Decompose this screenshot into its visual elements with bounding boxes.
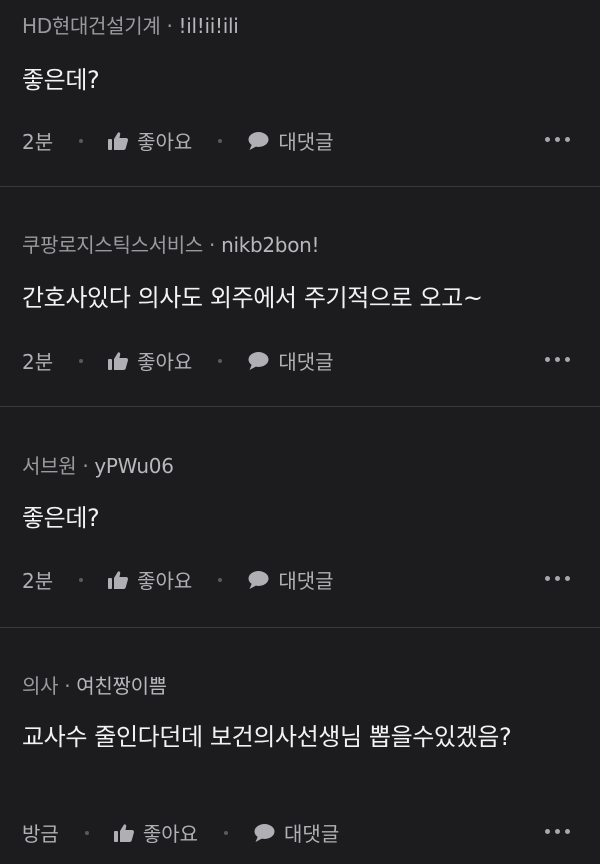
like-label: 좋아요 [142, 822, 199, 846]
reply-label: 대댓글 [278, 130, 334, 154]
author-company[interactable]: 서브원 [22, 454, 77, 478]
separator-dot [218, 577, 223, 582]
speech-bubble-icon [254, 823, 275, 842]
author-nickname[interactable]: yPWu06 [94, 454, 174, 478]
reply-label: 대댓글 [284, 822, 340, 846]
comment-meta: 서브원 · yPWu06 [22, 450, 174, 479]
comment-item: 의사 · 여친짱이쁨 교사수 줄인다던데 보건의사선생님 뽑을수있겠음? 방금 좋아… [0, 628, 600, 864]
reply-button[interactable]: 대댓글 [246, 346, 334, 375]
comment-time: 2분 [22, 350, 54, 374]
comment-text: 좋은데? [22, 504, 100, 532]
comment-item: 쿠팡로지스틱스서비스 · nikb2bon! 간호사있다 의사도 외주에서 주기적으… [0, 187, 600, 407]
separator-dot [79, 358, 84, 363]
author-nickname[interactable]: !il!ii!ili [179, 14, 239, 38]
meta-separator: · [64, 674, 71, 698]
more-options-icon[interactable] [545, 829, 570, 834]
comment-actions: 2분 좋아요 대댓글 [22, 346, 334, 375]
like-label: 좋아요 [137, 569, 193, 593]
reply-button[interactable]: 대댓글 [246, 126, 334, 155]
separator-dot [224, 830, 229, 835]
reply-label: 대댓글 [278, 350, 334, 374]
comment-actions: 방금 좋아요 대댓글 [22, 818, 339, 847]
speech-bubble-icon [248, 570, 269, 589]
thumbs-up-icon [113, 823, 134, 842]
speech-bubble-icon [248, 131, 269, 150]
speech-bubble-icon [248, 351, 269, 370]
meta-separator: · [166, 14, 173, 38]
author-company[interactable]: 의사 [22, 674, 59, 698]
comment-meta: 의사 · 여친짱이쁨 [22, 670, 167, 699]
separator-dot [84, 830, 89, 835]
reply-button[interactable]: 대댓글 [252, 818, 339, 847]
more-options-icon[interactable] [545, 137, 570, 142]
like-button[interactable]: 좋아요 [107, 126, 192, 155]
like-button[interactable]: 좋아요 [107, 346, 192, 375]
comment-text: 좋은데? [22, 66, 100, 94]
like-label: 좋아요 [137, 130, 193, 154]
comment-meta: HD현대건설기계 · !il!ii!ili [22, 10, 239, 39]
more-options-icon[interactable] [545, 357, 570, 362]
like-label: 좋아요 [137, 350, 193, 374]
more-options-icon[interactable] [545, 576, 570, 581]
separator-dot [218, 358, 223, 363]
comment-item: HD현대건설기계 · !il!ii!ili 좋은데? 2분 좋아요 대댓글 [0, 0, 600, 187]
author-nickname[interactable]: nikb2bon! [221, 233, 319, 257]
meta-separator: · [209, 233, 216, 257]
comment-time: 방금 [22, 822, 59, 846]
separator-dot [79, 577, 84, 582]
author-company[interactable]: HD현대건설기계 [22, 14, 161, 38]
comment-time: 2분 [22, 130, 54, 154]
author-nickname[interactable]: 여친짱이쁨 [76, 674, 167, 698]
meta-separator: · [82, 454, 89, 478]
thumbs-up-icon [108, 351, 129, 370]
separator-dot [79, 138, 84, 143]
separator-dot [218, 138, 223, 143]
comment-actions: 2분 좋아요 대댓글 [22, 126, 334, 155]
comment-text: 간호사있다 의사도 외주에서 주기적으로 오고~ [22, 284, 483, 312]
comment-actions: 2분 좋아요 대댓글 [22, 565, 334, 594]
thumbs-up-icon [108, 131, 129, 150]
like-button[interactable]: 좋아요 [107, 565, 192, 594]
thumbs-up-icon [108, 570, 129, 589]
comment-meta: 쿠팡로지스틱스서비스 · nikb2bon! [22, 229, 320, 258]
author-company[interactable]: 쿠팡로지스틱스서비스 [22, 233, 203, 257]
comment-text: 교사수 줄인다던데 보건의사선생님 뽑을수있겠음? [22, 723, 512, 751]
reply-button[interactable]: 대댓글 [246, 565, 334, 594]
comment-item: 서브원 · yPWu06 좋은데? 2분 좋아요 대댓글 [0, 407, 600, 628]
reply-label: 대댓글 [278, 569, 334, 593]
comment-time: 2분 [22, 569, 54, 593]
like-button[interactable]: 좋아요 [113, 818, 198, 847]
